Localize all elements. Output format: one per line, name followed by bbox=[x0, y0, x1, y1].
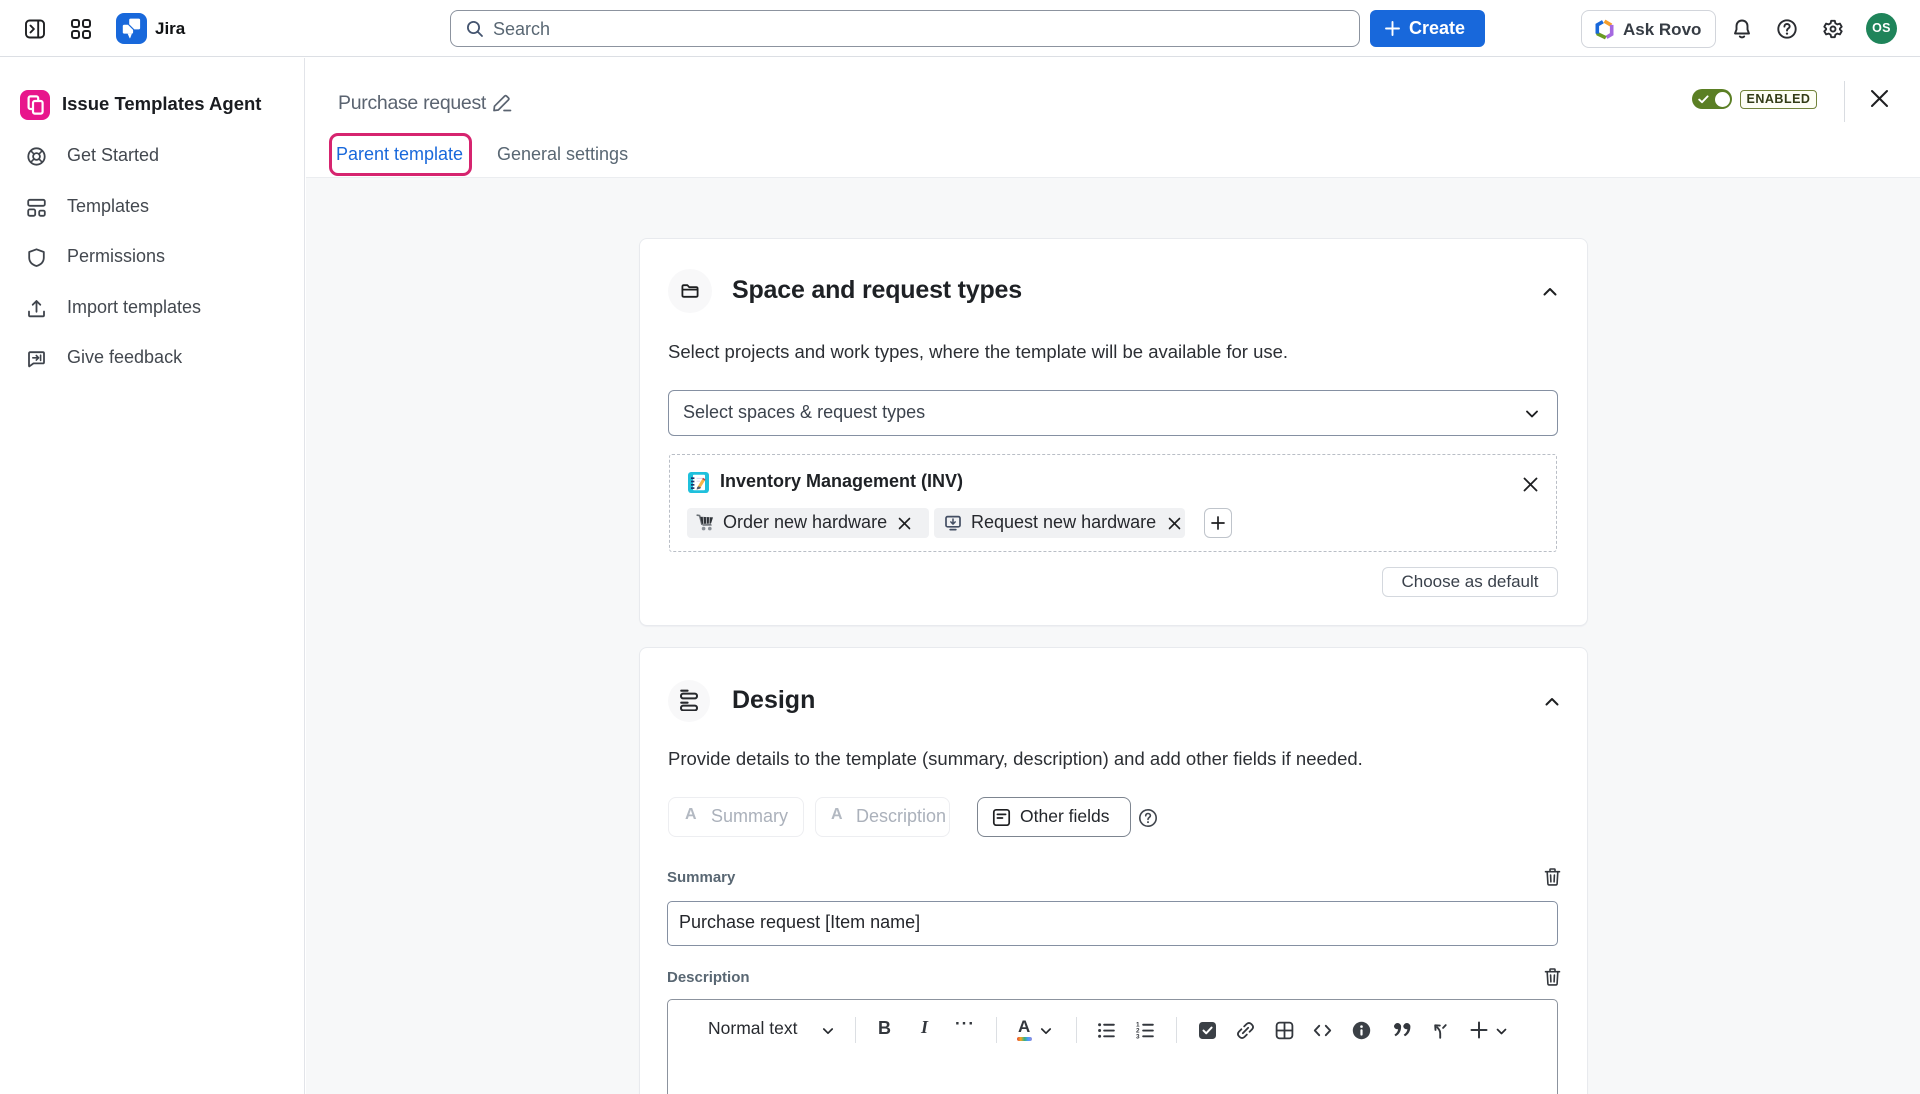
svg-text:3: 3 bbox=[1136, 1034, 1140, 1040]
